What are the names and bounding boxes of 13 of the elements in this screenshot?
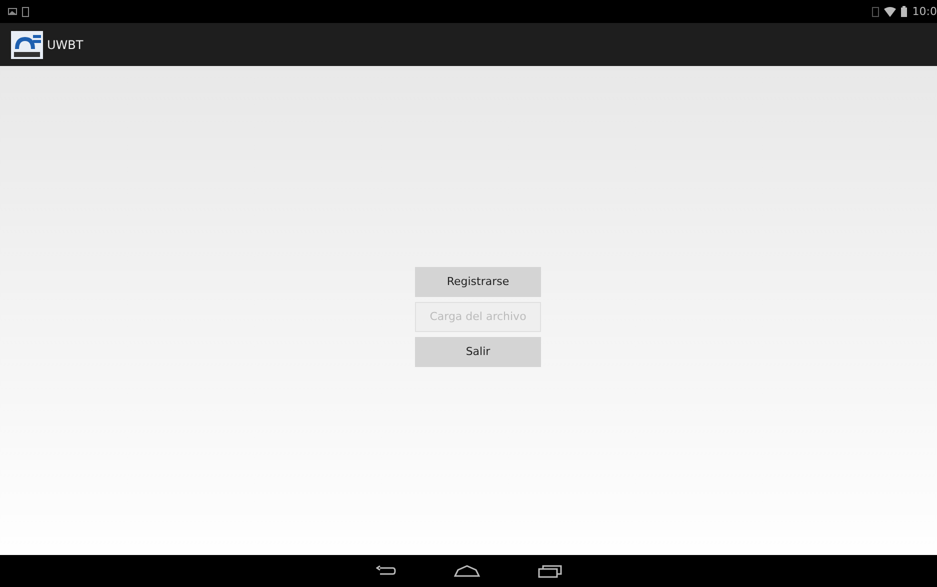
battery-icon [901,6,908,17]
phone-icon [22,6,29,16]
app-title: UWBT [47,38,84,52]
image-icon [8,7,17,16]
home-icon[interactable] [454,565,480,577]
vibrate-icon [872,6,880,16]
clock-time: 10:0 [912,5,937,18]
recent-apps-icon[interactable] [538,564,562,578]
app-logo-icon [11,30,43,58]
back-icon[interactable] [376,565,396,577]
menu-button[interactable]: Salir [415,336,541,366]
menu-button[interactable]: Registrarse [415,266,541,296]
wifi-icon [884,6,896,16]
